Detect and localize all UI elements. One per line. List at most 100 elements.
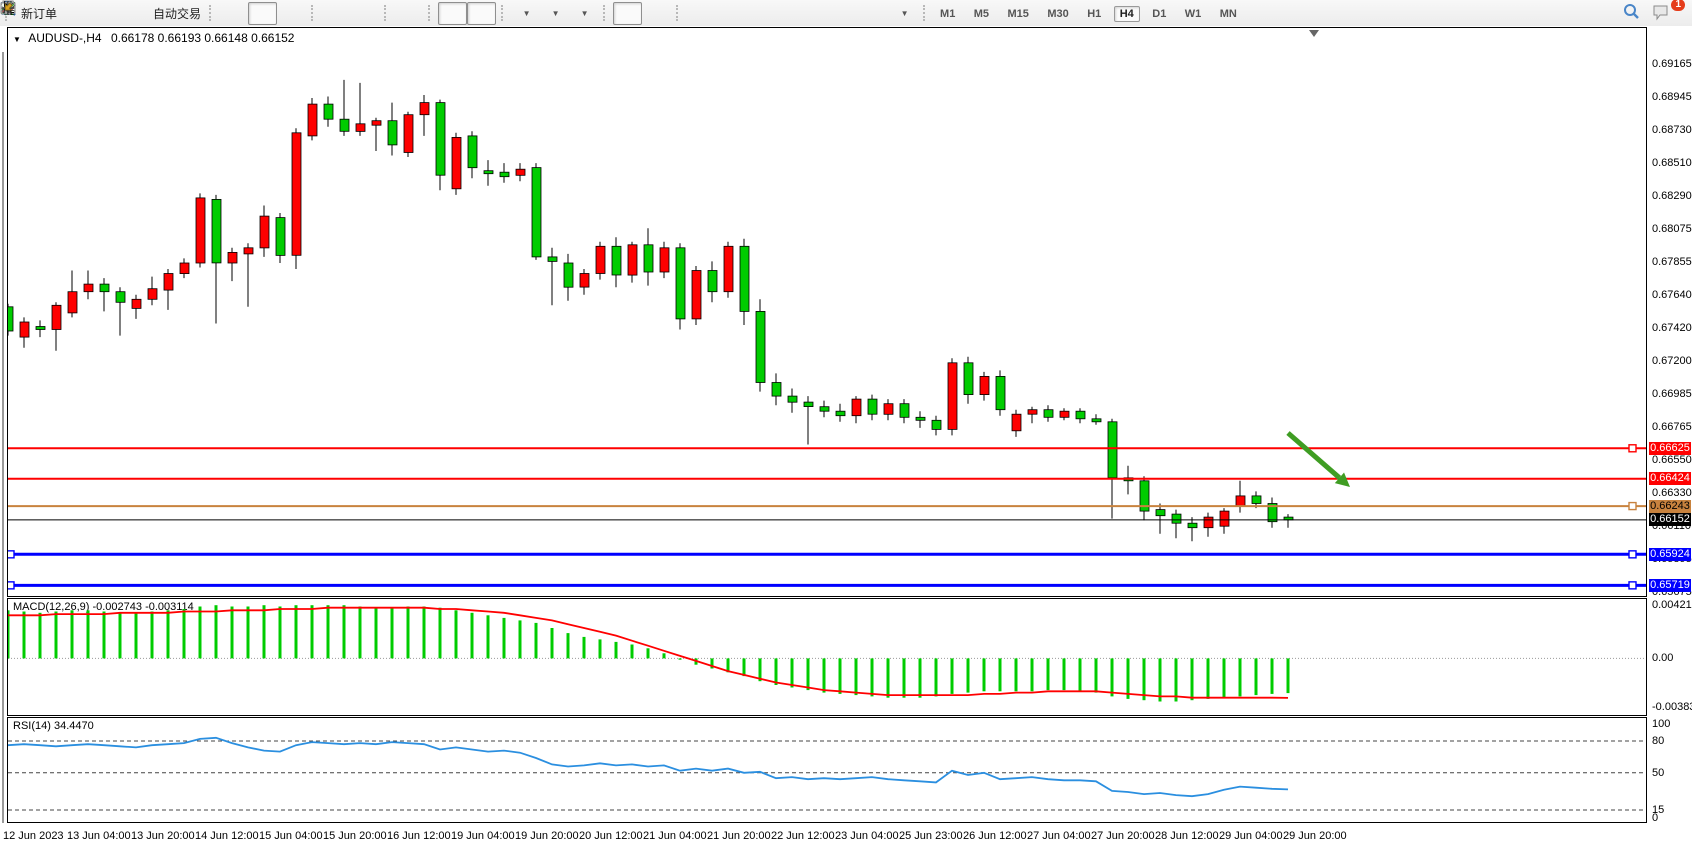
candle	[916, 417, 925, 420]
fibonacci-tool-button[interactable]: F	[802, 2, 831, 25]
candle	[164, 274, 173, 291]
candle	[1188, 523, 1197, 528]
candle	[788, 396, 797, 402]
macd-axis-tick: -0.003835	[1652, 701, 1692, 713]
candle	[1204, 517, 1213, 528]
time-axis-label: 14 Jun 12:00	[195, 830, 259, 842]
candle	[868, 399, 877, 414]
candle	[260, 216, 269, 248]
timeframe-mn-button[interactable]: MN	[1214, 6, 1243, 22]
candle	[772, 383, 781, 397]
candle	[564, 263, 573, 287]
chat-icon	[1652, 3, 1670, 21]
horizontal-line-tool-button[interactable]	[715, 2, 744, 25]
candle	[228, 252, 237, 263]
vertical-line-tool-button[interactable]	[686, 2, 715, 25]
search-button[interactable]	[1622, 2, 1651, 25]
arrows-tool-button[interactable]: ▼	[889, 2, 918, 25]
new-order-button[interactable]: 新订单	[15, 2, 60, 25]
time-axis-label: 15 Jun 04:00	[259, 830, 323, 842]
timeframe-h1-button[interactable]: H1	[1081, 6, 1107, 22]
auto-scroll-button[interactable]	[438, 2, 467, 25]
candle	[532, 168, 541, 257]
candle	[708, 271, 717, 292]
community-button[interactable]	[89, 2, 118, 25]
autotrading-button[interactable]: 自动交易	[147, 2, 204, 25]
timeframe-w1-button[interactable]: W1	[1179, 6, 1208, 22]
candlestick-chart-button[interactable]	[248, 2, 277, 25]
candle	[740, 246, 749, 311]
line-price-label: 0.66625	[1649, 442, 1691, 455]
cursor-tool-button[interactable]	[613, 2, 642, 25]
candle	[484, 171, 493, 174]
price-axis-tick: 0.66765	[1652, 421, 1692, 433]
indicators-button[interactable]: ▼	[511, 2, 540, 25]
zoom-out-button[interactable]	[350, 2, 379, 25]
candle	[1156, 510, 1165, 516]
candle	[308, 104, 317, 136]
annotation-arrow[interactable]	[1288, 433, 1339, 478]
timeframe-h4-button[interactable]: H4	[1114, 6, 1140, 22]
timeframe-m30-button[interactable]: M30	[1041, 6, 1074, 22]
candle	[212, 199, 221, 263]
timeframe-m5-button[interactable]: M5	[968, 6, 995, 22]
signals-button[interactable]	[118, 2, 147, 25]
line-price-label: 0.65924	[1649, 548, 1691, 561]
toolbar-grip	[501, 5, 508, 21]
time-axis-label: 19 Jun 04:00	[451, 830, 515, 842]
time-axis-label: 29 Jun 04:00	[1219, 830, 1283, 842]
rsi-axis-tick: 50	[1652, 767, 1664, 779]
equidistant-channel-tool-button[interactable]: E	[773, 2, 802, 25]
candle	[820, 407, 829, 412]
chart-canvas[interactable]	[0, 26, 1692, 848]
toolbar-grip	[676, 5, 683, 21]
candle	[676, 248, 685, 319]
candle	[340, 119, 349, 131]
candle	[68, 292, 77, 313]
chart-shift-marker[interactable]	[1309, 30, 1319, 37]
line-chart-button[interactable]	[277, 2, 306, 25]
candle	[756, 311, 765, 382]
line-handle[interactable]	[1629, 503, 1636, 510]
candle	[1252, 496, 1261, 504]
line-handle[interactable]	[1629, 551, 1636, 558]
candle	[116, 292, 125, 303]
candle	[516, 169, 525, 175]
timeframe-m1-button[interactable]: M1	[934, 6, 961, 22]
crosshair-tool-button[interactable]	[642, 2, 671, 25]
dropdown-caret-icon: ▼	[552, 9, 560, 18]
time-axis[interactable]: 12 Jun 202313 Jun 04:0013 Jun 20:0014 Ju…	[0, 823, 1692, 848]
timeframe-group: M1 M5 M15 M30 H1 H4 D1 W1 MN	[933, 4, 1244, 22]
macd-axis-tick: 0.00	[1652, 652, 1673, 664]
candle	[148, 289, 157, 300]
trendline-tool-button[interactable]	[744, 2, 773, 25]
chat-button[interactable]: 1	[1651, 2, 1680, 25]
current-price-label: 0.66152	[1649, 513, 1691, 526]
line-handle[interactable]	[1629, 445, 1636, 452]
candle	[1108, 422, 1117, 478]
timeframe-d1-button[interactable]: D1	[1146, 6, 1172, 22]
tile-windows-button[interactable]	[394, 2, 423, 25]
chart-shift-button[interactable]	[467, 2, 496, 25]
templates-button[interactable]: ▼	[569, 2, 598, 25]
zoom-in-button[interactable]	[321, 2, 350, 25]
text-tool-button[interactable]: A	[831, 2, 860, 25]
arrows-icon	[0, 0, 16, 16]
line-handle[interactable]	[7, 551, 14, 558]
gold-button[interactable]	[60, 2, 89, 25]
price-axis[interactable]: 0.691650.689450.687300.685100.682900.680…	[1647, 26, 1692, 848]
line-handle[interactable]	[1629, 582, 1636, 589]
periods-button[interactable]: ▼	[540, 2, 569, 25]
candle	[404, 115, 413, 153]
time-axis-label: 29 Jun 20:00	[1283, 830, 1347, 842]
line-price-label: 0.65719	[1649, 579, 1691, 592]
time-axis-label: 13 Jun 04:00	[67, 830, 131, 842]
price-axis-tick: 0.66550	[1652, 454, 1692, 466]
search-icon	[1622, 2, 1640, 20]
text-label-tool-button[interactable]: T	[860, 2, 889, 25]
bar-chart-button[interactable]	[219, 2, 248, 25]
timeframe-m15-button[interactable]: M15	[1002, 6, 1035, 22]
candle	[644, 245, 653, 272]
candle	[100, 284, 109, 292]
line-handle[interactable]	[7, 582, 14, 589]
